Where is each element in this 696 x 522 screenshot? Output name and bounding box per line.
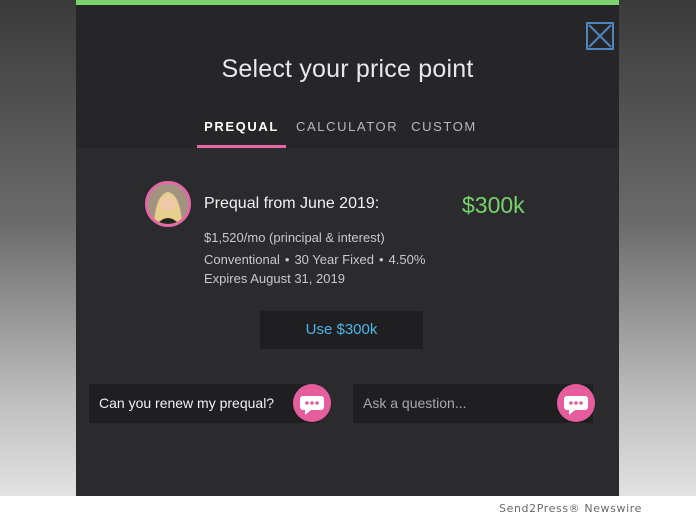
suggested-question-text: Can you renew my prequal? — [99, 395, 275, 411]
tab-calculator[interactable]: CALCULATOR — [296, 119, 397, 148]
loan-type: Conventional — [204, 252, 280, 267]
loan-details: Conventional • 30 Year Fixed • 4.50% — [204, 252, 425, 267]
ask-question-field[interactable]: Ask a question... — [353, 384, 595, 423]
tab-custom[interactable]: CUSTOM — [409, 119, 479, 148]
chat-bubble-icon — [300, 396, 324, 415]
offer-title: Prequal from June 2019: — [204, 195, 380, 212]
close-icon — [588, 24, 612, 48]
monthly-payment: $1,520/mo (principal & interest) — [204, 230, 385, 245]
expiry-date: Expires August 31, 2019 — [204, 271, 345, 286]
modal-header: Select your price point PREQUAL CALCULAT… — [76, 5, 619, 148]
offer-amount: $300k — [462, 192, 525, 218]
loan-rate: 4.50% — [388, 252, 426, 267]
advisor-avatar — [145, 181, 191, 227]
modal-title: Select your price point — [221, 55, 474, 83]
loan-term: 30 Year Fixed — [294, 252, 374, 267]
price-point-modal: Select your price point PREQUAL CALCULAT… — [76, 0, 619, 496]
chat-bubble-icon — [564, 396, 588, 415]
tab-bar: PREQUAL CALCULATOR CUSTOM — [76, 119, 619, 148]
ask-question-placeholder[interactable]: Ask a question... — [363, 395, 467, 411]
ask-question-send-button[interactable] — [557, 384, 595, 422]
footer-bar: Send2Press® Newswire — [0, 496, 696, 522]
use-amount-button[interactable]: Use $300k — [260, 311, 423, 349]
close-button[interactable] — [586, 22, 614, 50]
separator-dot: • — [284, 252, 290, 267]
suggested-question-send-button[interactable] — [293, 384, 331, 422]
tab-prequal[interactable]: PREQUAL — [197, 119, 286, 148]
suggested-question[interactable]: Can you renew my prequal? — [89, 384, 331, 423]
separator-dot: • — [378, 252, 384, 267]
newswire-watermark: Send2Press® Newswire — [499, 502, 642, 515]
